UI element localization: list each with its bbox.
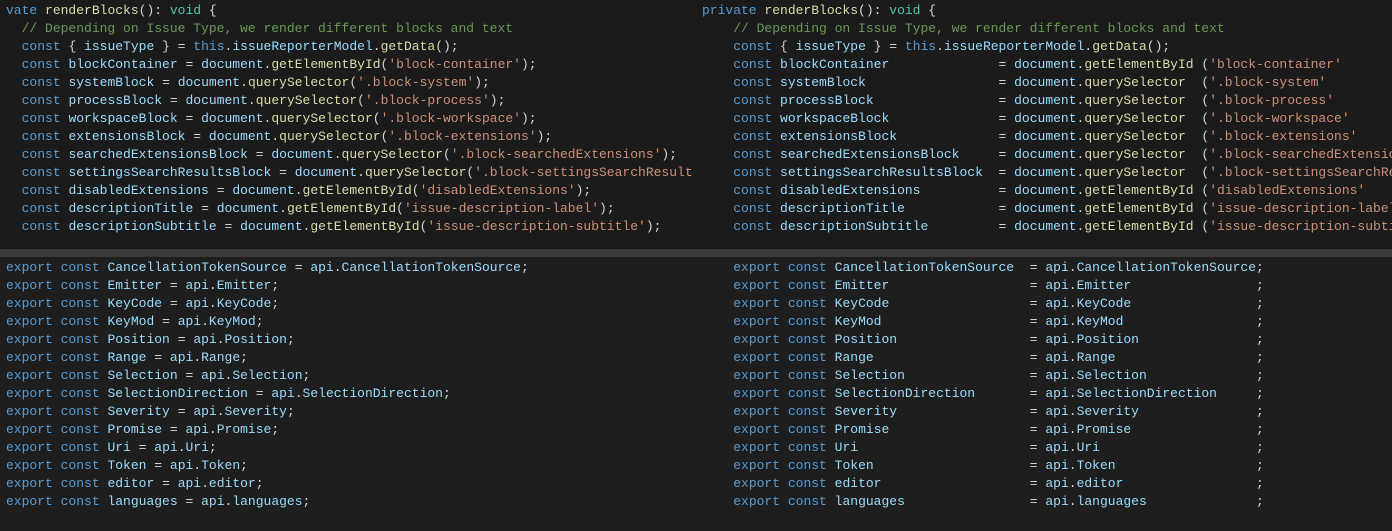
code-line[interactable]: export const Emitter = api.Emitter ; [702,277,1388,295]
code-line[interactable]: const settingsSearchResultsBlock = docum… [6,164,692,182]
code-line[interactable]: const descriptionSubtitle = document.get… [702,218,1388,236]
code-line[interactable]: const extensionsBlock = document.querySe… [6,128,692,146]
code-line[interactable]: export const Selection = api.Selection; [6,367,692,385]
code-line[interactable]: const blockContainer = document.getEleme… [6,56,692,74]
code-line[interactable]: export const Severity = api.Severity ; [702,403,1388,421]
code-line[interactable]: const disabledExtensions = document.getE… [6,182,692,200]
bottom-split: export const CancellationTokenSource = a… [0,257,1392,531]
code-line[interactable]: const systemBlock = document.querySelect… [6,74,692,92]
code-line[interactable]: export const KeyCode = api.KeyCode ; [702,295,1388,313]
code-line[interactable]: export const Promise = api.Promise; [6,421,692,439]
code-line[interactable]: export const CancellationTokenSource = a… [702,259,1388,277]
code-line[interactable]: export const Emitter = api.Emitter; [6,277,692,295]
code-line[interactable]: export const Selection = api.Selection ; [702,367,1388,385]
code-line[interactable]: export const SelectionDirection = api.Se… [6,385,692,403]
code-line[interactable]: const processBlock = document.querySelec… [6,92,692,110]
code-line[interactable]: export const Range = api.Range; [6,349,692,367]
code-line[interactable]: const descriptionTitle = document.getEle… [702,200,1388,218]
code-line[interactable]: export const KeyCode = api.KeyCode; [6,295,692,313]
code-line[interactable]: export const Range = api.Range ; [702,349,1388,367]
top-left-editor[interactable]: vate renderBlocks(): void { // Depending… [0,0,696,249]
top-split: vate renderBlocks(): void { // Depending… [0,0,1392,249]
code-line[interactable]: export const languages = api.languages ; [702,493,1388,511]
code-line[interactable]: const descriptionTitle = document.getEle… [6,200,692,218]
code-line[interactable]: export const languages = api.languages; [6,493,692,511]
code-line[interactable]: export const Position = api.Position; [6,331,692,349]
code-line[interactable]: const blockContainer = document.getEleme… [702,56,1388,74]
code-line[interactable]: export const editor = api.editor; [6,475,692,493]
code-line[interactable]: export const CancellationTokenSource = a… [6,259,692,277]
code-line[interactable]: const searchedExtensionsBlock = document… [702,146,1388,164]
code-line[interactable]: export const Severity = api.Severity; [6,403,692,421]
code-line[interactable]: const searchedExtensionsBlock = document… [6,146,692,164]
bottom-right-editor[interactable]: export const CancellationTokenSource = a… [696,257,1392,531]
top-right-editor[interactable]: private renderBlocks(): void { // Depend… [696,0,1392,249]
bottom-left-editor[interactable]: export const CancellationTokenSource = a… [0,257,696,531]
code-line[interactable]: export const Promise = api.Promise ; [702,421,1388,439]
code-line[interactable]: const { issueType } = this.issueReporter… [702,38,1388,56]
horizontal-separator[interactable] [0,249,1392,257]
code-line[interactable]: export const Token = api.Token ; [702,457,1388,475]
code-line[interactable]: export const Uri = api.Uri; [6,439,692,457]
code-line[interactable]: export const Position = api.Position ; [702,331,1388,349]
code-line[interactable]: const disabledExtensions = document.getE… [702,182,1388,200]
code-line[interactable]: const workspaceBlock = document.querySel… [6,110,692,128]
code-line[interactable]: const descriptionSubtitle = document.get… [6,218,692,236]
code-line[interactable]: private renderBlocks(): void { [702,2,1388,20]
code-line[interactable]: export const SelectionDirection = api.Se… [702,385,1388,403]
code-line[interactable]: export const Uri = api.Uri ; [702,439,1388,457]
code-line[interactable]: const settingsSearchResultsBlock = docum… [702,164,1388,182]
code-line[interactable]: const systemBlock = document.querySelect… [702,74,1388,92]
code-line[interactable]: // Depending on Issue Type, we render di… [6,20,692,38]
code-line[interactable]: const processBlock = document.querySelec… [702,92,1388,110]
code-line[interactable]: const workspaceBlock = document.querySel… [702,110,1388,128]
code-line[interactable]: export const KeyMod = api.KeyMod; [6,313,692,331]
code-line[interactable]: // Depending on Issue Type, we render di… [702,20,1388,38]
code-line[interactable]: export const editor = api.editor ; [702,475,1388,493]
code-line[interactable]: vate renderBlocks(): void { [6,2,692,20]
code-line[interactable]: export const KeyMod = api.KeyMod ; [702,313,1388,331]
code-line[interactable]: export const Token = api.Token; [6,457,692,475]
code-line[interactable]: const extensionsBlock = document.querySe… [702,128,1388,146]
code-line[interactable]: const { issueType } = this.issueReporter… [6,38,692,56]
